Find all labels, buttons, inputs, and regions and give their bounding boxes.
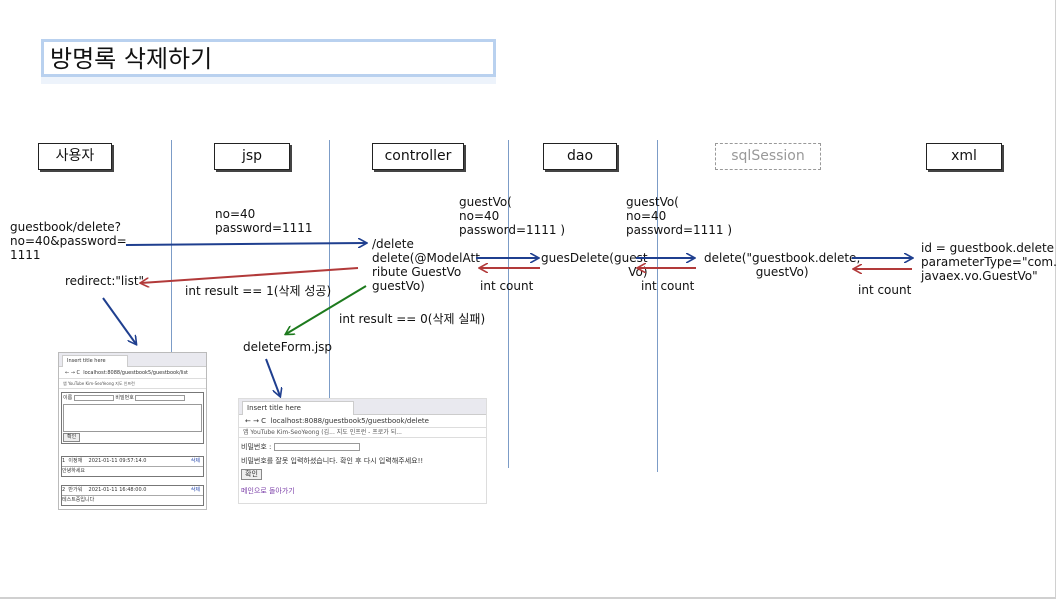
form-tab-bar: Insert title here — [239, 399, 486, 415]
slide-canvas: 방명록 삭제하기 사용자 jsp controller dao sqlSessi… — [0, 0, 1056, 599]
form-confirm-row: 확인 — [241, 469, 484, 480]
list-entry-1-text: 안녕하세요 — [62, 468, 86, 474]
list-entry-2: 2 반가워 2021-01-11 16:48:00.0 삭제 테스트중입니다 — [61, 485, 204, 506]
list-bookmarks: 앱 YouTube Kim-SeoYeong 지도 인프런 — [59, 379, 206, 389]
list-entry-1: 1 이정재 2021-01-11 09:57:14.0 삭제 안녕하세요 — [61, 456, 204, 477]
list-entry-2-name: 반가워 — [68, 487, 83, 493]
list-write-form: 이름 비밀번호 확인 — [61, 392, 204, 444]
arrow-deleteform-to-form — [265, 358, 280, 396]
list-entry-1-no: 1 — [62, 458, 66, 464]
form-pw-input — [273, 443, 360, 451]
list-pw-label: 비밀번호 — [115, 395, 134, 401]
arrow-controller-redirect — [141, 267, 359, 283]
arrow-controller-to-deleteform — [286, 285, 367, 334]
form-browser-tab: Insert title here — [242, 401, 354, 415]
arrow-user-to-controller — [125, 243, 366, 245]
list-pw-input — [135, 394, 186, 401]
delete-form-screenshot: Insert title here ← → C localhost:8088/g… — [238, 398, 487, 504]
form-body: 비밀번호 : 비밀번호를 잘못 입력하셨습니다. 확인 후 다시 입력해주세요!… — [239, 438, 486, 500]
list-page-screenshot: Insert title here ← → C localhost:8088/g… — [58, 352, 207, 510]
form-pw-row: 비밀번호 : — [241, 441, 484, 453]
arrow-redirect-to-list — [102, 297, 136, 344]
form-back-link: 메인으로 돌아가기 — [241, 487, 295, 495]
list-confirm-row: 확인 — [63, 433, 202, 442]
list-form-row: 이름 비밀번호 — [63, 394, 202, 403]
list-entry-2-delete: 삭제 — [190, 487, 200, 493]
list-confirm-button: 확인 — [63, 433, 81, 442]
list-url: localhost:8088/guestbook5/guestbook/list — [83, 370, 189, 376]
form-address-bar: ← → C localhost:8088/guestbook5/guestboo… — [239, 415, 486, 428]
list-entry-2-no: 2 — [62, 487, 66, 493]
list-name-label: 이름 — [63, 395, 73, 401]
list-entry-1-delete: 삭제 — [190, 458, 200, 464]
form-error-text: 비밀번호를 잘못 입력하셨습니다. 확인 후 다시 입력해주세요!! — [241, 457, 424, 465]
list-entry-2-header: 2 반가워 2021-01-11 16:48:00.0 삭제 — [62, 486, 203, 496]
list-tab-bar: Insert title here — [59, 353, 206, 367]
form-pw-label: 비밀번호 : — [241, 443, 272, 451]
list-entry-1-name: 이정재 — [68, 458, 83, 464]
list-browser-tab: Insert title here — [62, 355, 128, 367]
list-entry-1-date: 2021-01-11 09:57:14.0 — [88, 458, 147, 464]
form-url: localhost:8088/guestbook5/guestbook/dele… — [270, 417, 429, 425]
form-bookmarks: 앱 YouTube Kim-SeoYeong (김... 지도 인프런 - 프로… — [239, 428, 486, 438]
list-name-input — [73, 394, 114, 401]
list-content-textarea — [63, 404, 202, 432]
list-entry-2-date: 2021-01-11 16:48:00.0 — [88, 487, 147, 493]
list-entry-1-header: 1 이정재 2021-01-11 09:57:14.0 삭제 — [62, 457, 203, 467]
list-entry-2-text: 테스트중입니다 — [62, 497, 95, 503]
list-address-bar: ← → C localhost:8088/guestbook5/guestboo… — [59, 367, 206, 379]
form-confirm-button: 확인 — [241, 469, 262, 480]
